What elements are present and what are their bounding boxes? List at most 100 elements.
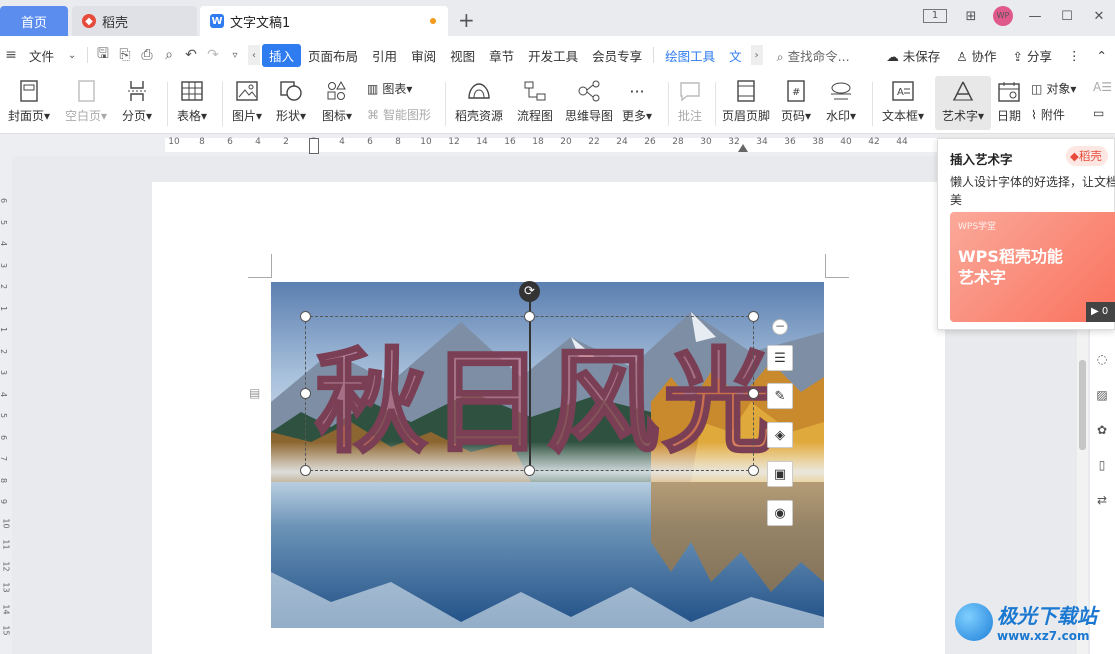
resize-handle-bm[interactable] — [524, 465, 535, 476]
chart-button[interactable]: ▥ 图表 ▾ — [367, 80, 412, 97]
tab-home[interactable]: 首页 — [0, 6, 68, 36]
sidebar-image-icon[interactable]: ▨ — [1094, 388, 1110, 404]
menu-insert[interactable]: 插入 — [262, 43, 302, 67]
header-footer-button[interactable]: 页眉页脚 — [722, 78, 770, 124]
chevron-down-icon[interactable]: ⌄ — [61, 50, 83, 61]
icon-button[interactable]: 图标▾ — [322, 78, 352, 124]
menu-view[interactable]: 视图 — [443, 46, 482, 65]
sidebar-book-icon[interactable]: ▯ — [1094, 458, 1110, 474]
print-preview-icon[interactable]: ⌕ — [158, 47, 180, 63]
vertical-ruler[interactable]: 654321123456789101112131415 — [0, 156, 12, 654]
collapse-toolbar-icon[interactable]: − — [772, 319, 788, 335]
right-indent-marker-icon[interactable] — [738, 144, 748, 152]
menu-references[interactable]: 引用 — [365, 46, 404, 65]
picture-button[interactable]: 图片▾ — [232, 78, 262, 124]
menu-review[interactable]: 审阅 — [404, 46, 443, 65]
vertical-ruler-tick: 15 — [1, 625, 11, 636]
date-button[interactable]: 日期 — [996, 78, 1022, 124]
watermark-button[interactable]: 水印▾ — [826, 78, 856, 124]
docer-resources-button[interactable]: 稻壳资源 — [455, 78, 503, 124]
new-tab-button[interactable]: + — [458, 8, 475, 32]
card-title-line2: 艺术字 — [958, 268, 1007, 287]
text-wrap-icon[interactable]: ☰ — [767, 345, 793, 371]
redo-icon[interactable]: ↷ — [202, 47, 224, 63]
resize-handle-mr[interactable] — [748, 388, 759, 399]
ruler-tick: 8 — [395, 137, 401, 147]
comment-button[interactable]: 批注 — [677, 78, 703, 124]
scrollbar-thumb[interactable] — [1079, 360, 1086, 450]
table-button[interactable]: 表格▾ — [177, 78, 207, 124]
resize-handle-tm[interactable] — [524, 311, 535, 322]
object-button[interactable]: ◫ 对象 ▾ — [1031, 80, 1076, 97]
menu-text-tools[interactable]: 文 — [722, 46, 749, 65]
share-icon: ⇪ — [1012, 48, 1024, 64]
search-command[interactable]: ⌕ 查找命令... — [777, 46, 850, 65]
sidebar-effect-icon[interactable]: ✿ — [1094, 423, 1110, 439]
close-icon[interactable]: ✕ — [1083, 9, 1115, 24]
undo-icon[interactable]: ↶ — [180, 47, 202, 63]
tutorial-video-card[interactable]: WPS学堂 WPS稻壳功能 艺术字 ▶ 0 — [950, 212, 1115, 322]
tab-docer[interactable]: ◆ 稻壳 — [72, 6, 197, 36]
print-icon[interactable]: ⎙ — [136, 47, 158, 63]
tab-document[interactable]: W 文字文稿1 — [200, 6, 448, 36]
shape-button[interactable]: 形状▾ — [276, 78, 306, 124]
first-letter-icon[interactable]: A☰ — [1093, 80, 1112, 94]
vertical-ruler-tick: 11 — [1, 539, 11, 550]
art-word-button[interactable]: 艺术字▾ — [935, 76, 991, 130]
flowchart-button[interactable]: 流程图 — [517, 78, 553, 124]
minimize-icon[interactable]: — — [1019, 9, 1051, 24]
play-count: 0 — [1101, 306, 1109, 317]
sidebar-style-icon[interactable]: ◌ — [1094, 352, 1110, 368]
menu-file[interactable]: 文件 — [22, 46, 61, 65]
menu-page-layout[interactable]: 页面布局 — [301, 46, 365, 65]
paragraph-marker-icon[interactable]: ▤ — [249, 386, 260, 400]
play-button[interactable]: ▶ 0 — [1086, 302, 1115, 322]
avatar[interactable]: WP — [993, 6, 1013, 26]
save-icon[interactable]: 🖫 — [92, 43, 114, 67]
page-number-button[interactable]: # 页码▾ — [781, 78, 811, 124]
outline-color-icon[interactable]: ▣ — [767, 461, 793, 487]
grid-apps-icon[interactable]: ⊞ — [955, 9, 987, 24]
fill-color-icon[interactable]: ◈ — [767, 422, 793, 448]
indent-marker-icon[interactable] — [309, 138, 319, 154]
document-part-icon[interactable]: ▭ — [1093, 106, 1104, 120]
cover-page-button[interactable]: 封面页▾ — [8, 78, 50, 124]
sidebar-share-icon[interactable]: ⇄ — [1094, 493, 1110, 509]
scroll-left-icon[interactable]: ‹ — [248, 45, 261, 65]
text-box-button[interactable]: A 文本框▾ — [882, 78, 924, 124]
menu-drawing-tools[interactable]: 绘图工具 — [658, 46, 722, 65]
right-actions: ☁ 未保存 ♙ 协作 ⇪ 分享 ⋮ ⌃ — [878, 46, 1115, 65]
scroll-right-icon[interactable]: › — [750, 45, 763, 65]
menu-developer[interactable]: 开发工具 — [521, 46, 585, 65]
resize-handle-br[interactable] — [748, 465, 759, 476]
smart-shape-button[interactable]: ⌘ 智能图形 — [367, 106, 431, 123]
maximize-icon[interactable]: ☐ — [1051, 9, 1083, 24]
attachment-button[interactable]: ⌇ 附件 — [1031, 106, 1065, 123]
resize-handle-tr[interactable] — [748, 311, 759, 322]
collapse-ribbon-icon[interactable]: ⌃ — [1089, 48, 1115, 63]
more-options-icon[interactable]: ⋮ — [1060, 48, 1089, 63]
menu-member[interactable]: 会员专享 — [585, 46, 649, 65]
page-break-button[interactable]: 分页▾ — [122, 78, 152, 124]
more-button[interactable]: ··· 更多▾ — [622, 78, 652, 124]
quick-access-dropdown-icon[interactable]: ▿ — [224, 50, 246, 61]
resize-handle-bl[interactable] — [300, 465, 311, 476]
lightbulb-icon[interactable]: ◉ — [767, 500, 793, 526]
resize-handle-ml[interactable] — [300, 388, 311, 399]
rotate-handle-icon[interactable]: ⟳ — [519, 281, 540, 302]
resize-handle-tl[interactable] — [300, 311, 311, 322]
hamburger-menu-icon[interactable]: ≡ — [0, 47, 22, 63]
layout-switch-icon[interactable]: 1 — [923, 9, 947, 23]
share-button[interactable]: ⇪ 分享 — [1005, 46, 1060, 65]
object-label: 对象 — [1046, 82, 1071, 96]
collab-button[interactable]: ♙ 协作 — [948, 46, 1004, 65]
menu-chapter[interactable]: 章节 — [482, 46, 521, 65]
docer-badge[interactable]: ◆稻壳 — [1066, 146, 1108, 166]
comment-icon — [677, 78, 703, 104]
mind-map-button[interactable]: 思维导图 — [565, 78, 613, 124]
site-logo-icon — [955, 602, 993, 641]
unsaved-button[interactable]: ☁ 未保存 — [878, 46, 948, 65]
brush-style-icon[interactable]: ✎ — [767, 383, 793, 409]
export-pdf-icon[interactable]: ⎘ — [114, 47, 136, 63]
blank-page-button[interactable]: 空白页▾ — [65, 78, 107, 124]
